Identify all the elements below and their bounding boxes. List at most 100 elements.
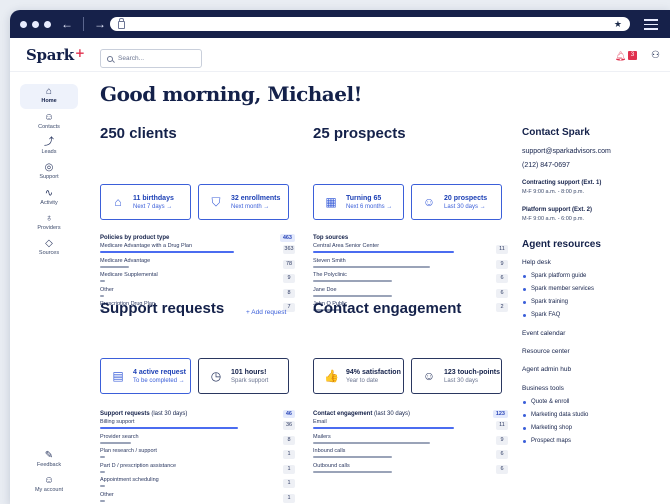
resource-link[interactable]: Resource center (522, 348, 570, 355)
table-row[interactable]: Other 8 (100, 287, 295, 302)
contact-heading: Contact Spark (522, 127, 590, 138)
table-total-badge: 463 (279, 233, 295, 242)
clients-card-cake[interactable]: ⌂ 11 birthdays Next 7 days → (100, 184, 191, 220)
row-label: Plan research / support (100, 448, 157, 454)
card-text: 123 touch-points Last 30 days (444, 369, 500, 384)
menu-icon[interactable] (644, 19, 658, 33)
clients-card-shield[interactable]: ⛉ 32 enrollments Next month → (198, 184, 289, 220)
sidebar-item-providers[interactable]: ♁ Providers (20, 211, 78, 236)
table-title: Policies by product type (100, 235, 169, 241)
sidebar-item-label: Feedback (36, 462, 62, 468)
row-label: Appointment scheduling (100, 477, 159, 483)
row-label: Medicare Advantage (100, 257, 151, 264)
bell-icon[interactable]: 🔔︎ (615, 51, 626, 62)
star-icon[interactable]: ★ (614, 19, 622, 30)
prospects-card-people[interactable]: ☺ 20 prospects Last 30 days → (411, 184, 502, 220)
sources-icon: ◇ (45, 238, 53, 249)
contact-phone[interactable]: (212) 847-0697 (522, 162, 570, 169)
card-subtitle: Spark support (231, 377, 269, 384)
row-label: Billing support (100, 419, 135, 425)
window-dot[interactable] (44, 20, 51, 28)
spark-logo[interactable]: Spark+ (26, 46, 85, 64)
business-tools-link[interactable]: Business tools (522, 385, 564, 392)
support-card-clipboard[interactable]: ▤ 4 active request To be completed → (100, 358, 191, 394)
table-row[interactable]: Medicare Advantage 78 (100, 258, 295, 273)
touch-icon: ☺ (422, 369, 436, 383)
platform-support-label: Platform support (Ext. 2) (522, 207, 593, 213)
right-panel: Contact Spark support@sparkadvisors.com (2… (522, 72, 662, 504)
help-desk-item[interactable]: Spark platform guide (522, 273, 586, 279)
table-row[interactable]: Email 11 (313, 419, 508, 434)
business-tool-item[interactable]: Prospect maps (522, 438, 571, 444)
sidebar-item-label: My account (34, 487, 64, 493)
card-subtitle: Last 30 days → (444, 203, 486, 210)
support-icon: ◎ (44, 162, 54, 173)
table-row[interactable]: Steven Smith 9 (313, 258, 508, 273)
contact-email[interactable]: support@sparkadvisors.com (522, 148, 611, 155)
help-desk-link[interactable]: Help desk (522, 259, 551, 266)
card-text: Turning 65 Next 6 months → (346, 195, 392, 210)
table-row[interactable]: Appointment scheduling 1 (100, 477, 295, 492)
resource-link[interactable]: Event calendar (522, 330, 565, 337)
business-tool-item[interactable]: Marketing data studio (522, 412, 588, 418)
row-label: Central Area Senior Center (313, 243, 380, 249)
row-label: Inbound calls (313, 448, 346, 454)
browser-window: ← → ★ Spark+ Search... 🔔︎ 3 ⚇ ⌂ Home ☺ Cont… (10, 10, 670, 504)
engagement-card-thumbs-up[interactable]: 👍 94% satisfaction Year to date (313, 358, 404, 394)
forward-icon[interactable]: → (94, 18, 106, 30)
prospects-heading: 25 prospects (313, 125, 406, 142)
table-row[interactable]: Inbound calls 6 (313, 448, 508, 463)
sidebar-item-feedback[interactable]: ✎ Feedback (20, 448, 78, 473)
help-desk-item[interactable]: Spark member services (522, 286, 594, 292)
table-row[interactable]: Billing support 36 (100, 419, 295, 434)
table-row[interactable]: Plan research / support 1 (100, 448, 295, 463)
table-row[interactable]: Part D / prescription assistance 1 (100, 463, 295, 478)
add-user-icon[interactable]: ⚇ (651, 50, 660, 61)
table-row[interactable]: Central Area Senior Center 11 (313, 243, 508, 258)
engagement-card-touch[interactable]: ☺ 123 touch-points Last 30 days (411, 358, 502, 394)
back-icon[interactable]: ← (61, 18, 73, 30)
engagement-heading: Contact engagement (313, 300, 462, 317)
sidebar-item-sources[interactable]: ◇ Sources (20, 236, 78, 261)
business-tool-item[interactable]: Marketing shop (522, 425, 572, 431)
table-row[interactable]: Jane Doe 6 (313, 287, 508, 302)
sidebar-nav: ⌂ Home ☺ Contacts ⤴ Leads ◎ Support ∿ Activity ♁ Pr… (10, 72, 88, 504)
card-title: Turning 65 (346, 194, 382, 202)
search-input[interactable]: Search... (100, 49, 202, 68)
table-row[interactable]: Other 1 (100, 492, 295, 504)
sidebar-item-home[interactable]: ⌂ Home (20, 84, 78, 109)
sidebar-item-contacts[interactable]: ☺ Contacts (20, 110, 78, 135)
table-title-main: Top sources (313, 234, 349, 241)
support-card-clock[interactable]: ◷ 101 hours! Spark support (198, 358, 289, 394)
table-row[interactable]: Provider search 8 (100, 434, 295, 449)
row-count: 78 (283, 259, 295, 269)
table-row[interactable]: Medicare Supplemental 9 (100, 272, 295, 287)
prospects-card-calendar[interactable]: ▦ Turning 65 Next 6 months → (313, 184, 404, 220)
table-row[interactable]: The Polyclinic 6 (313, 272, 508, 287)
table-row[interactable]: Outbound calls 6 (313, 463, 508, 478)
app-page: Spark+ Search... 🔔︎ 3 ⚇ ⌂ Home ☺ Contacts ⤴ L… (10, 38, 670, 504)
row-count: 363 (283, 245, 295, 254)
help-desk-item[interactable]: Spark training (522, 299, 568, 305)
window-dot[interactable] (20, 20, 27, 28)
business-tool-item[interactable]: Quote & enroll (522, 399, 569, 405)
table-row[interactable]: Mailers 9 (313, 434, 508, 449)
address-bar[interactable]: ★ (110, 17, 630, 31)
row-label: Provider search (100, 433, 139, 440)
sidebar-item-label: Contacts (38, 124, 60, 130)
sidebar-item-activity[interactable]: ∿ Activity (20, 186, 78, 211)
resource-link[interactable]: Agent admin hub (522, 366, 571, 373)
add-request-link[interactable]: + Add request (246, 309, 286, 316)
row-count: 1 (283, 479, 295, 488)
help-desk-item[interactable]: Spark FAQ (522, 312, 560, 318)
window-dot[interactable] (32, 20, 39, 28)
table-row[interactable]: Medicare Advantage with a Drug Plan 363 (100, 243, 295, 258)
card-title: 4 active request (133, 368, 186, 376)
sidebar-item-my-account[interactable]: ☺ My account (20, 473, 78, 498)
table-title-suffix: (last 30 days) (149, 410, 188, 417)
row-bar (100, 294, 104, 297)
sidebar-item-support[interactable]: ◎ Support (20, 160, 78, 185)
sidebar-item-leads[interactable]: ⤴ Leads (20, 135, 78, 160)
notification-badge[interactable]: 3 (628, 51, 637, 60)
lock-icon (118, 18, 125, 29)
